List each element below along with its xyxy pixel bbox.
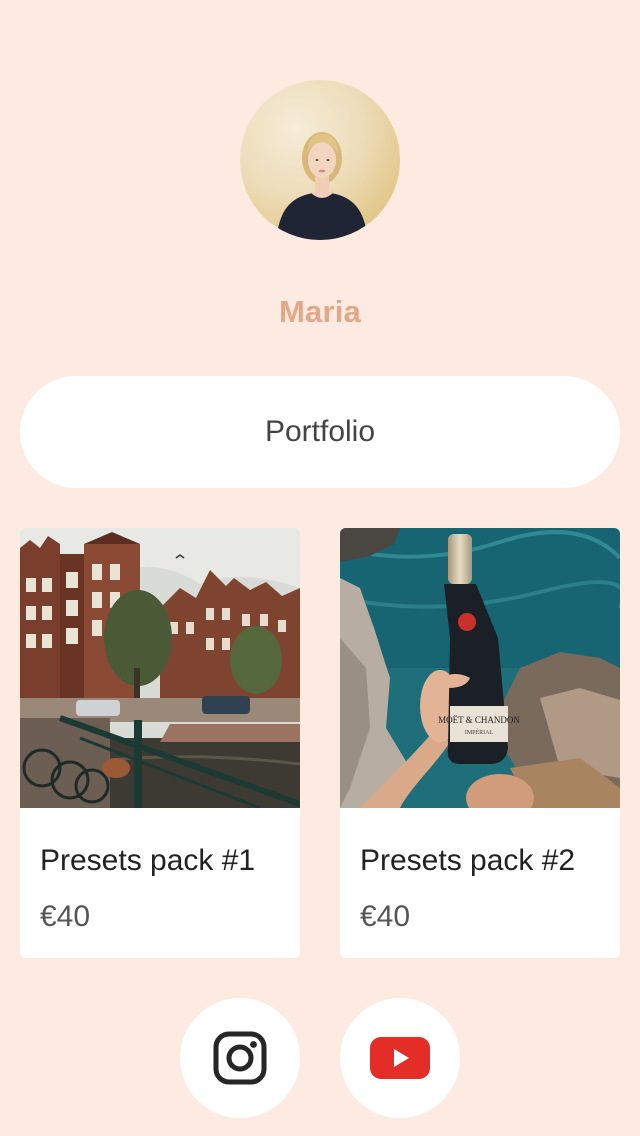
product-price: €40 [360,900,411,933]
youtube-icon [370,1037,430,1079]
product-price: €40 [40,900,91,933]
portfolio-link-button[interactable]: Portfolio [20,376,620,488]
profile-avatar [240,80,400,240]
product-card-presets-pack-1[interactable]: Presets pack #1 €40 [20,528,300,958]
portfolio-link-label: Portfolio [264,415,376,448]
product-card-presets-pack-2[interactable]: MOËT & CHANDON IMPÉRIAL Presets pack #2 … [340,528,620,958]
product-title: Presets pack #2 [360,844,576,877]
youtube-button[interactable] [340,998,460,1118]
amsterdam-canal-houses-photo [20,528,300,808]
instagram-icon [213,1031,267,1085]
profile-name: Maria [279,294,361,329]
champagne-bottle-sea-photo: MOËT & CHANDON IMPÉRIAL [340,528,620,808]
instagram-button[interactable] [180,998,300,1118]
svg-text:IMPÉRIAL: IMPÉRIAL [465,728,494,736]
product-title: Presets pack #1 [40,844,256,877]
profile-photo [276,132,368,240]
svg-text:MOËT & CHANDON: MOËT & CHANDON [438,715,520,725]
